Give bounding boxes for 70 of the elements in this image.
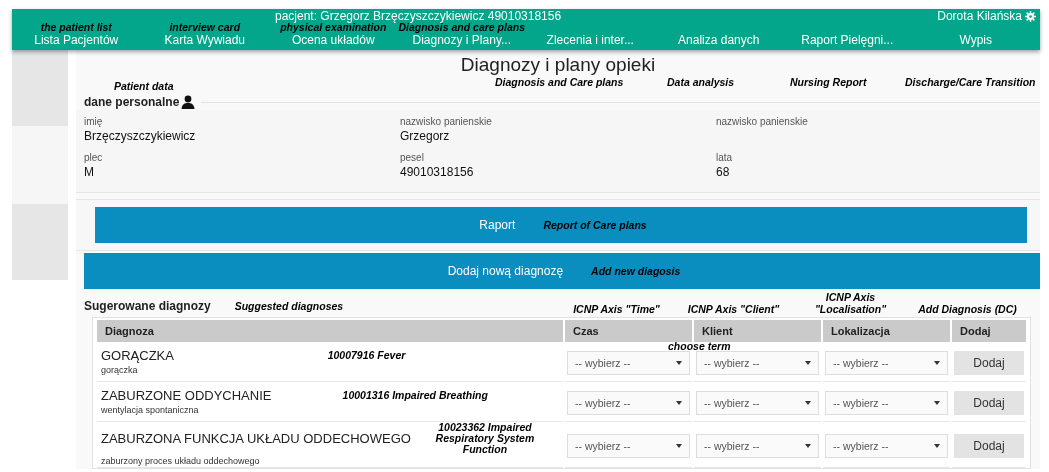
annotation-text: Add new diagosis bbox=[591, 265, 681, 277]
annotation-text: Add Diagnosis (DC) bbox=[918, 303, 1017, 315]
annotation-text: Patient data bbox=[114, 80, 174, 92]
annotation-text: ICNP Axis "Time" bbox=[573, 303, 660, 315]
report-button[interactable]: Raport bbox=[475, 216, 520, 234]
annotation-text: ICNP Axis "Localisation" bbox=[813, 291, 888, 315]
field-value: Brzęczyszczykiewicz bbox=[84, 128, 197, 144]
field-value: M bbox=[84, 164, 95, 180]
field-label: imię bbox=[84, 115, 104, 128]
annotation-text: Suggested diagnoses bbox=[234, 300, 344, 312]
field-value: 68 bbox=[716, 164, 731, 180]
diagnosis-detail: wentylacja spontaniczna bbox=[101, 404, 200, 416]
caret-icon bbox=[805, 361, 812, 365]
annotation-text: Report of Care plans bbox=[543, 219, 647, 231]
annotation-text: Diagnosis and care plans bbox=[398, 22, 526, 33]
annotation-text: interview card bbox=[169, 22, 241, 33]
caret-icon bbox=[676, 401, 683, 405]
field-label: nazwisko panienskie bbox=[400, 115, 493, 128]
select-field[interactable]: -- wybierz -- bbox=[696, 351, 820, 375]
select-field[interactable]: -- wybierz -- bbox=[696, 434, 820, 458]
select-field[interactable]: -- wybierz -- bbox=[825, 391, 949, 415]
diagnosis-detail: gorączka bbox=[101, 364, 139, 376]
caret-icon bbox=[934, 401, 941, 405]
column-header: Lokalizacja bbox=[823, 320, 951, 342]
page-title: Diagnozy i plany opieki bbox=[459, 54, 657, 76]
select-field[interactable]: -- wybierz -- bbox=[825, 434, 949, 458]
caret-icon bbox=[676, 361, 683, 365]
select-field[interactable]: -- wybierz -- bbox=[825, 351, 949, 375]
annotation-text: 10007916 Fever bbox=[326, 350, 407, 361]
field-label: pesel bbox=[400, 151, 425, 164]
column-header: Dodaj bbox=[952, 320, 1026, 342]
diagnosis-name: GORĄCZKA bbox=[101, 347, 174, 364]
annotation-text: Nursing Report bbox=[790, 76, 868, 90]
section-title: dane personalne bbox=[84, 95, 180, 109]
annotation-text: ICNP Axis "Client" bbox=[687, 303, 780, 315]
patient-info: pacjent: Grzegorz Brzęczyszczykiewicz 49010318156 bbox=[275, 10, 562, 22]
diagnosis-name: ZABURZONA FUNKCJA UKŁADU ODDECHOWEGO bbox=[101, 430, 411, 447]
add-button[interactable]: Dodaj bbox=[954, 391, 1024, 415]
diagnosis-detail: zaburzony proces układu oddechowego bbox=[101, 455, 261, 467]
field-label: nazwisko panienskie bbox=[716, 115, 809, 128]
person-icon bbox=[181, 95, 196, 109]
column-header: Klient bbox=[694, 320, 822, 342]
caret-icon bbox=[676, 444, 683, 448]
annotation-text: Data analysis bbox=[667, 76, 736, 90]
column-header: Czas bbox=[565, 320, 693, 342]
annotation-text: Diagnosis and Care plans bbox=[495, 76, 625, 90]
select-field[interactable]: -- wybierz -- bbox=[567, 391, 691, 415]
caret-icon bbox=[805, 401, 812, 405]
annotation-text: Discharge/Care Transition bbox=[905, 76, 1037, 90]
diagnosis-name: ZABURZONE ODDYCHANIE bbox=[101, 387, 272, 404]
annotation-text: the patient list bbox=[40, 22, 112, 33]
caret-icon bbox=[934, 444, 941, 448]
select-field[interactable]: -- wybierz -- bbox=[696, 391, 820, 415]
annotation-text: 10023362 Impaired Respiratory System Function bbox=[434, 422, 536, 455]
annotation-text: 10001316 Impaired Breathing bbox=[341, 390, 489, 401]
section-title: Sugerowane diagnozy bbox=[84, 299, 211, 313]
add-button[interactable]: Dodaj bbox=[954, 351, 1024, 375]
column-header: Diagnoza bbox=[97, 320, 563, 342]
annotation-text: choose term bbox=[668, 340, 731, 352]
field-label: lata bbox=[716, 151, 734, 164]
field-value: Grzegorz bbox=[400, 128, 451, 144]
annotation-text: physical examination bbox=[280, 22, 387, 33]
add-diagnosis-button[interactable]: Dodaj nową diagnozę bbox=[443, 262, 568, 280]
caret-icon bbox=[934, 361, 941, 365]
add-button[interactable]: Dodaj bbox=[954, 434, 1024, 458]
caret-icon bbox=[805, 444, 812, 448]
select-field[interactable]: -- wybierz -- bbox=[567, 351, 691, 375]
field-label: plec bbox=[84, 151, 104, 164]
field-value: 49010318156 bbox=[400, 164, 475, 180]
select-field[interactable]: -- wybierz -- bbox=[567, 434, 691, 458]
